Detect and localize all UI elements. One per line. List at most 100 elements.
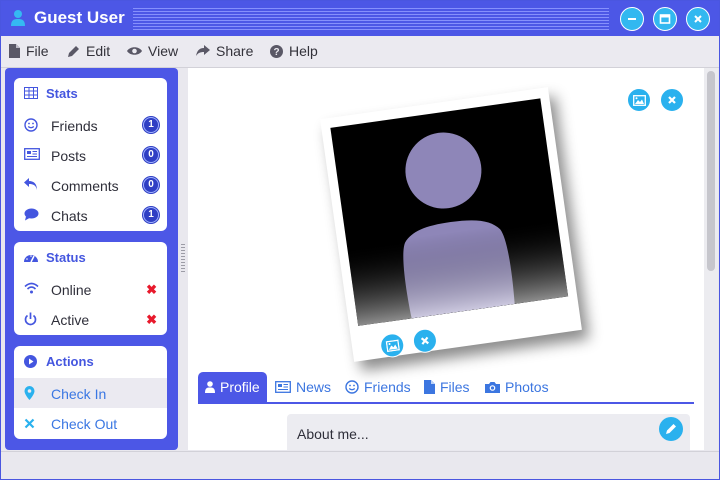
reply-icon (24, 178, 37, 190)
set-cover-image-button[interactable] (627, 88, 651, 112)
status-panel: Status Online ✖ Active ✖ (14, 242, 167, 335)
stats-posts-label: Posts (51, 148, 87, 164)
stats-item-friends[interactable]: Friends 1 (14, 110, 167, 140)
remove-cover-button[interactable] (660, 88, 684, 112)
actions-header: Actions (14, 346, 167, 376)
check-out-label: Check Out (51, 416, 118, 432)
close-icon (668, 96, 676, 104)
times-icon (24, 418, 35, 429)
maximize-button[interactable] (653, 7, 677, 31)
chat-bubble-icon (24, 208, 39, 221)
tab-news[interactable]: News (275, 372, 331, 402)
main-content: Profile News Friends Files Photos About … (188, 68, 704, 450)
close-icon (420, 336, 429, 345)
menu-help-label: Help (289, 43, 318, 59)
minimize-icon (628, 18, 636, 20)
status-title: Status (46, 250, 86, 265)
pencil-icon (666, 424, 676, 434)
menu-view[interactable]: View (127, 43, 178, 59)
avatar-placeholder-icon (330, 98, 569, 326)
stats-friends-label: Friends (51, 118, 98, 134)
remove-photo-button[interactable] (411, 327, 439, 355)
minimize-button[interactable] (620, 7, 644, 31)
menu-share-label: Share (216, 43, 254, 59)
menu-share[interactable]: Share (196, 43, 253, 59)
status-item-active[interactable]: Active ✖ (14, 304, 167, 334)
wifi-icon (24, 282, 39, 294)
menu-bar: File Edit View Share ? Help (1, 36, 719, 68)
user-icon (11, 10, 25, 26)
image-icon (632, 94, 646, 106)
close-icon (694, 15, 702, 23)
help-icon: ? (270, 44, 283, 58)
play-circle-icon (24, 355, 37, 368)
image-icon (385, 339, 400, 352)
check-out-button[interactable]: Check Out (14, 408, 167, 438)
status-bar (1, 451, 719, 479)
user-icon (205, 381, 215, 393)
stats-chats-label: Chats (51, 208, 88, 224)
close-button[interactable] (686, 7, 710, 31)
power-icon (24, 312, 37, 326)
newspaper-icon (24, 148, 40, 160)
friends-count-badge: 1 (143, 117, 159, 133)
share-icon (196, 45, 210, 56)
maximize-icon (659, 14, 671, 24)
smile-icon (24, 118, 38, 132)
menu-file-label: File (26, 43, 49, 59)
tab-friends-label: Friends (364, 379, 411, 395)
about-me-label: About me... (297, 426, 369, 442)
tab-photos-label: Photos (505, 379, 549, 395)
menu-help[interactable]: ? Help (270, 43, 318, 59)
stats-title: Stats (46, 86, 78, 101)
stats-header: Stats (14, 78, 167, 108)
online-off-icon: ✖ (146, 282, 157, 297)
smile-icon (345, 380, 359, 394)
tab-files[interactable]: Files (424, 372, 470, 402)
map-pin-icon (24, 386, 35, 400)
actions-title: Actions (46, 354, 94, 369)
main-scrollbar[interactable] (704, 68, 718, 450)
sidebar: Stats Friends 1 Posts 0 Comments 0 Chats… (5, 68, 178, 450)
check-in-button[interactable]: Check In (14, 378, 167, 408)
tab-profile[interactable]: Profile (198, 372, 267, 402)
menu-edit[interactable]: Edit (67, 43, 110, 59)
tab-news-label: News (296, 379, 332, 395)
edit-about-button[interactable] (659, 417, 683, 441)
status-item-online[interactable]: Online ✖ (14, 274, 167, 304)
stats-item-chats[interactable]: Chats 1 (14, 200, 167, 230)
stats-comments-label: Comments (51, 178, 119, 194)
tab-friends[interactable]: Friends (345, 372, 411, 402)
status-header: Status (14, 242, 167, 272)
stats-panel: Stats Friends 1 Posts 0 Comments 0 Chats… (14, 78, 167, 231)
comments-count-badge: 0 (143, 177, 159, 193)
profile-tabs: Profile News Friends Files Photos (198, 372, 694, 404)
file-icon (424, 380, 435, 394)
app-window: Guest User File Edit View Share ? Help S… (0, 0, 720, 480)
change-photo-button[interactable] (378, 331, 406, 359)
posts-count-badge: 0 (143, 147, 159, 163)
status-active-label: Active (51, 312, 90, 328)
window-title: Guest User (34, 8, 125, 27)
camera-icon (485, 382, 500, 393)
stats-item-posts[interactable]: Posts 0 (14, 140, 167, 170)
profile-photo (330, 98, 569, 326)
title-bar[interactable]: Guest User (1, 1, 719, 36)
menu-edit-label: Edit (86, 43, 111, 59)
scrollbar-thumb[interactable] (707, 71, 715, 271)
dashboard-icon (24, 255, 38, 263)
eye-icon (127, 47, 142, 55)
pencil-icon (68, 45, 79, 57)
tab-files-label: Files (440, 379, 470, 395)
tab-photos[interactable]: Photos (485, 372, 549, 402)
menu-view-label: View (148, 43, 179, 59)
check-in-label: Check In (51, 386, 107, 402)
file-icon (9, 44, 20, 58)
stats-item-comments[interactable]: Comments 0 (14, 170, 167, 200)
table-icon (24, 87, 38, 99)
sidebar-splitter[interactable] (181, 244, 185, 274)
actions-panel: Actions Check In Check Out (14, 346, 167, 439)
title-drag-grip[interactable] (133, 8, 609, 30)
newspaper-icon (275, 381, 291, 393)
menu-file[interactable]: File (9, 43, 49, 59)
